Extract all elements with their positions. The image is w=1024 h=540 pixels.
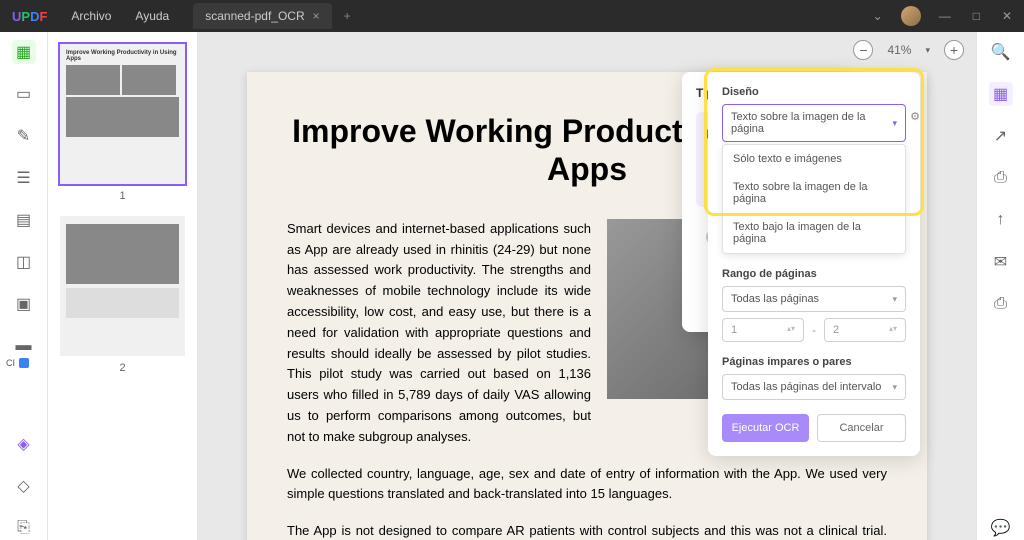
bookmark-icon[interactable]: ◇: [12, 474, 36, 498]
pares-label: Páginas impares o pares: [722, 356, 906, 368]
crop-icon[interactable]: ◫: [12, 250, 36, 274]
reader-icon[interactable]: ▭: [12, 82, 36, 106]
dropdown-option[interactable]: Sólo texto e imágenes: [723, 145, 905, 173]
zoom-dropdown-icon[interactable]: ▾: [925, 45, 930, 56]
chevron-down-icon[interactable]: ⌄: [869, 5, 887, 27]
rango-label: Rango de páginas: [722, 268, 906, 280]
page-thumbnail-2[interactable]: [58, 214, 187, 358]
document-viewport[interactable]: − 41% ▾ + Improve Working Productivity i…: [198, 32, 976, 540]
zoom-level: 41%: [887, 43, 911, 57]
dropdown-option[interactable]: Texto bajo la imagen de la página: [723, 213, 905, 253]
form-icon[interactable]: ▣: [12, 292, 36, 316]
page-thumbnail-1[interactable]: Improve Working Productivity in Using Ap…: [58, 42, 187, 186]
print-icon[interactable]: ⎙: [989, 292, 1013, 316]
attachment-icon[interactable]: ⎘: [12, 516, 36, 540]
pares-select[interactable]: Todas las páginas del intervalo▾: [722, 374, 906, 400]
main-area: ▦ ▭ ✎ ☰ ▤ ◫ ▣ ▬ ◈ ◇ ⎘ Improve Working Pr…: [0, 32, 1024, 540]
annotate-icon[interactable]: ☰: [12, 166, 36, 190]
diseno-label: Diseño: [722, 86, 906, 98]
menu-help[interactable]: Ayuda: [123, 9, 181, 23]
zoom-in-button[interactable]: +: [944, 40, 964, 60]
email-icon[interactable]: ✉: [989, 250, 1013, 274]
organize-icon[interactable]: ▤: [12, 208, 36, 232]
maximize-button[interactable]: □: [969, 5, 984, 27]
page-number-1: 1: [58, 190, 187, 202]
document-tab[interactable]: scanned-pdf_OCR ×: [193, 3, 331, 29]
tab-title: scanned-pdf_OCR: [205, 9, 304, 23]
dropdown-option[interactable]: Texto sobre la imagen de la página: [723, 173, 905, 213]
ocr-settings-panel: Diseño Texto sobre la imagen de la págin…: [708, 72, 920, 456]
ci-badge: CI: [0, 356, 35, 370]
range-from-input[interactable]: 1▴▾: [722, 318, 804, 342]
right-toolbar: 🔍 ▦ ↗ ⎙ ↑ ✉ ⎙ 💬: [976, 32, 1024, 540]
document-paragraph: The App is not designed to compare AR pa…: [287, 521, 887, 540]
thumbnail-panel: Improve Working Productivity in Using Ap…: [48, 32, 198, 540]
chat-icon[interactable]: 💬: [989, 516, 1013, 540]
ocr-icon[interactable]: ▦: [989, 82, 1013, 106]
gear-icon[interactable]: ⚙: [910, 110, 920, 123]
range-to-input[interactable]: 2▴▾: [824, 318, 906, 342]
run-ocr-button[interactable]: Ejecutar OCR: [722, 414, 809, 442]
thumbnails-icon[interactable]: ▦: [12, 40, 36, 64]
close-button[interactable]: ✕: [998, 5, 1016, 27]
document-paragraph: We collected country, language, age, sex…: [287, 464, 887, 506]
titlebar: UPDF Archivo Ayuda scanned-pdf_OCR × + ⌄…: [0, 0, 1024, 32]
left-toolbar: ▦ ▭ ✎ ☰ ▤ ◫ ▣ ▬ ◈ ◇ ⎘: [0, 32, 48, 540]
redact-icon[interactable]: ▬: [12, 334, 36, 358]
layers-icon[interactable]: ◈: [12, 432, 36, 456]
user-avatar[interactable]: [901, 6, 921, 26]
search-icon[interactable]: 🔍: [989, 40, 1013, 64]
new-tab-button[interactable]: +: [344, 9, 351, 23]
minimize-button[interactable]: —: [935, 5, 955, 27]
diseno-dropdown: Sólo texto e imágenes Texto sobre la ima…: [722, 144, 906, 254]
zoom-out-button[interactable]: −: [853, 40, 873, 60]
range-separator: -: [812, 323, 816, 337]
export-icon[interactable]: ↗: [989, 124, 1013, 148]
app-logo: UPDF: [0, 9, 59, 24]
diseno-select[interactable]: Texto sobre la imagen de la página▾ ⚙: [722, 104, 906, 142]
edit-icon[interactable]: ✎: [12, 124, 36, 148]
rango-select[interactable]: Todas las páginas▾: [722, 286, 906, 312]
chevron-down-icon: ▾: [892, 382, 897, 393]
save-icon[interactable]: ⎙: [989, 166, 1013, 190]
chevron-down-icon: ▾: [892, 118, 897, 129]
page-number-2: 2: [58, 362, 187, 374]
zoom-toolbar: − 41% ▾ +: [853, 40, 964, 60]
close-icon[interactable]: ×: [313, 9, 320, 23]
share-icon[interactable]: ↑: [989, 208, 1013, 232]
menu-file[interactable]: Archivo: [59, 9, 123, 23]
chevron-down-icon: ▾: [892, 294, 897, 305]
cancel-button[interactable]: Cancelar: [817, 414, 906, 442]
